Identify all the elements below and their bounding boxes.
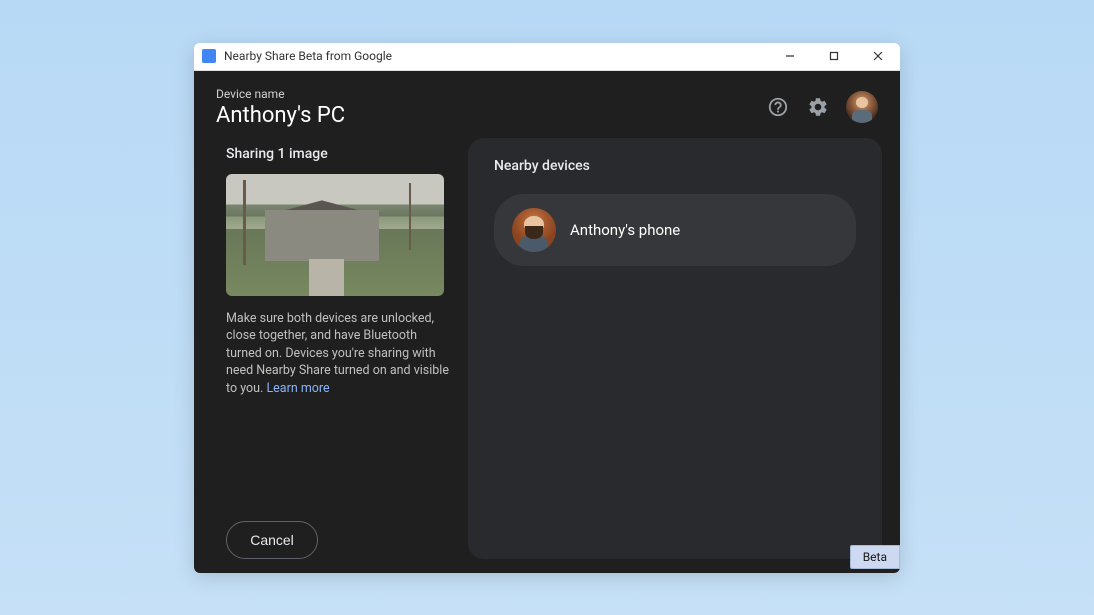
settings-button[interactable]	[806, 95, 830, 119]
share-panel: Sharing 1 image Make sure both devices a…	[212, 138, 452, 559]
titlebar: Nearby Share Beta from Google	[194, 43, 900, 71]
device-name: Anthony's PC	[216, 103, 766, 128]
help-icon	[767, 96, 789, 118]
help-text-body: Make sure both devices are unlocked, clo…	[226, 311, 449, 396]
nearby-device[interactable]: Anthony's phone	[494, 194, 856, 266]
image-preview	[226, 174, 444, 296]
nearby-title: Nearby devices	[494, 158, 856, 174]
content: Sharing 1 image Make sure both devices a…	[194, 138, 900, 573]
preview-path	[309, 259, 344, 296]
sharing-title: Sharing 1 image	[226, 146, 452, 162]
device-name-text: Anthony's phone	[570, 221, 680, 239]
app-body: Device name Anthony's PC Shari	[194, 71, 900, 573]
device-name-label: Device name	[216, 87, 766, 101]
nearby-panel: Nearby devices Anthony's phone	[468, 138, 882, 559]
device-avatar	[512, 208, 556, 252]
window-controls	[776, 46, 892, 66]
minimize-icon	[785, 51, 795, 61]
close-icon	[873, 51, 883, 61]
window-title: Nearby Share Beta from Google	[224, 49, 776, 63]
learn-more-link[interactable]: Learn more	[266, 381, 329, 396]
user-avatar[interactable]	[846, 91, 878, 123]
app-icon	[202, 49, 216, 63]
preview-tree2	[409, 183, 411, 250]
maximize-button[interactable]	[820, 46, 848, 66]
app-window: Nearby Share Beta from Google Device nam…	[194, 43, 900, 573]
preview-tree	[243, 180, 246, 265]
avatar-beard	[525, 226, 543, 239]
maximize-icon	[829, 51, 839, 61]
header-actions	[766, 91, 878, 123]
help-text: Make sure both devices are unlocked, clo…	[226, 310, 452, 398]
minimize-button[interactable]	[776, 46, 804, 66]
close-button[interactable]	[864, 46, 892, 66]
header-left: Device name Anthony's PC	[216, 87, 766, 128]
header: Device name Anthony's PC	[194, 71, 900, 138]
gear-icon	[807, 96, 829, 118]
cancel-button[interactable]: Cancel	[226, 521, 318, 559]
preview-house	[265, 210, 378, 261]
beta-badge: Beta	[850, 545, 900, 569]
help-button[interactable]	[766, 95, 790, 119]
